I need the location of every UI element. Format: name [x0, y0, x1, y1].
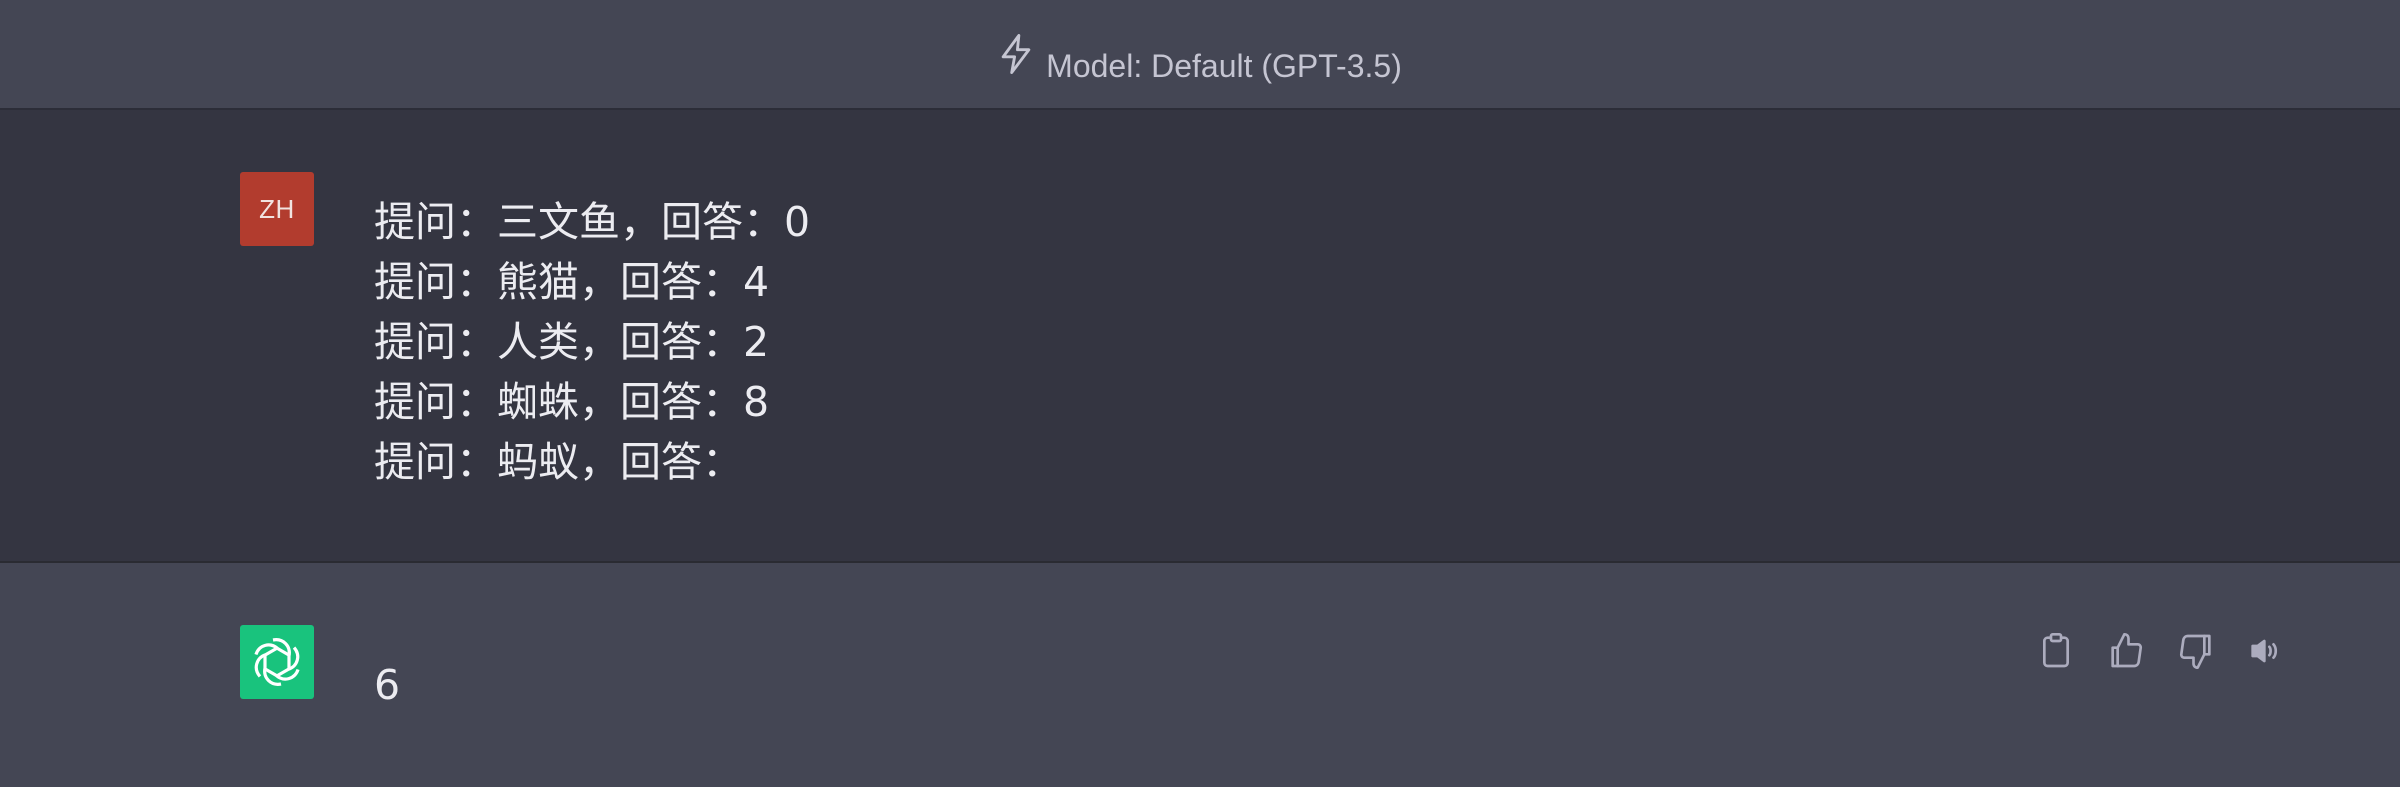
speaker-icon [2251, 639, 2278, 663]
message-line: 提问：蚂蚁，回答： [374, 438, 743, 486]
thumbs-up-icon [2111, 633, 2143, 668]
thumbs-down-icon [2179, 634, 2211, 669]
message-actions [2036, 631, 2286, 671]
copy-button[interactable] [2036, 631, 2076, 671]
message-line: 提问：三文鱼，回答：0 [374, 198, 811, 246]
message-line: 提问：人类，回答：2 [374, 318, 770, 366]
assistant-avatar [240, 625, 314, 699]
thumbs-up-button[interactable] [2106, 631, 2146, 671]
read-aloud-button[interactable] [2246, 631, 2286, 671]
user-message: ZH 提问：三文鱼，回答：0 提问：熊猫，回答：4 提问：人类，回答：2 提问：… [0, 110, 2400, 563]
message-line: 提问：熊猫，回答：4 [374, 258, 770, 306]
copy-icon [2043, 633, 2069, 668]
lightning-icon [1001, 34, 1031, 74]
thumbs-down-button[interactable] [2176, 631, 2216, 671]
user-message-text: 提问：三文鱼，回答：0 提问：熊猫，回答：4 提问：人类，回答：2 提问：蜘蛛，… [374, 192, 810, 492]
model-header: Model: Default (GPT-3.5) [0, 0, 2400, 110]
openai-logo-icon [254, 638, 300, 686]
message-line: 提问：蜘蛛，回答：8 [374, 378, 770, 426]
assistant-message: 6 [0, 563, 2400, 787]
user-avatar: ZH [240, 172, 314, 246]
model-selector[interactable]: Model: Default (GPT-3.5) [998, 34, 1402, 84]
model-label: Model: Default (GPT-3.5) [1046, 48, 1402, 84]
assistant-message-text: 6 [374, 661, 401, 709]
avatar-initials: ZH [259, 193, 295, 224]
